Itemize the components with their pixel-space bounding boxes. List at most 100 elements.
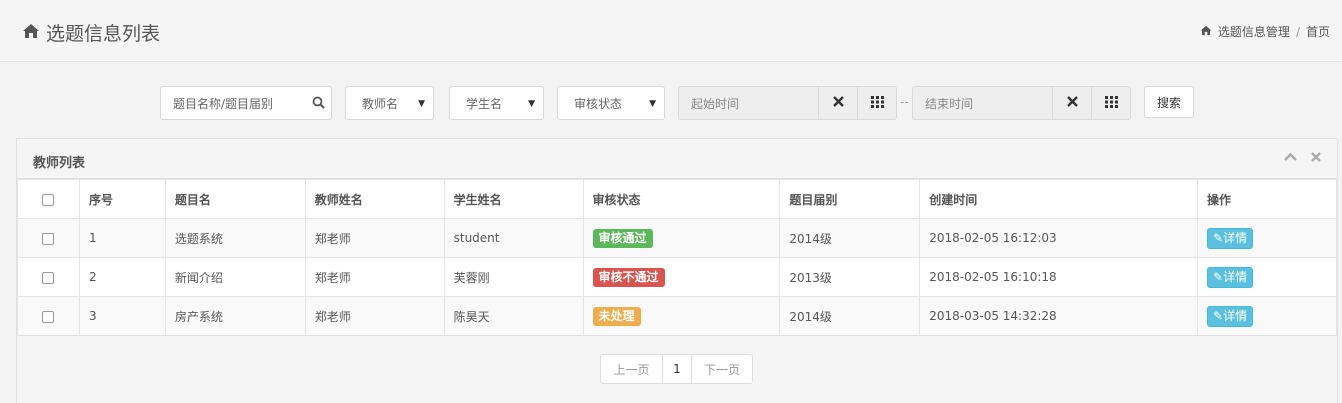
student-select-value: 学生名 xyxy=(466,96,503,111)
next-page-button[interactable]: 下一页 xyxy=(691,354,753,384)
caret-down-icon: ▼ xyxy=(528,99,535,109)
topic-name: 新闻介绍 xyxy=(164,257,306,297)
student-name: 芙蓉刚 xyxy=(443,257,584,297)
search-icon[interactable] xyxy=(312,96,325,112)
select-all-checkbox[interactable] xyxy=(42,193,55,206)
column-header[interactable]: 学生姓名 xyxy=(443,179,584,219)
student-name: student xyxy=(443,218,584,258)
page-title-text: 选题信息列表 xyxy=(46,23,161,45)
student-name: 陈昊天 xyxy=(443,296,584,336)
chevron-up-icon[interactable] xyxy=(1284,151,1297,165)
pencil-icon: ✎ xyxy=(1213,230,1224,245)
start-time-input[interactable]: 起始时间 xyxy=(678,86,819,120)
topic-name: 房产系统 xyxy=(164,296,306,336)
action-cell: ✎ 详情 xyxy=(1197,257,1337,297)
column-header[interactable]: 题目届别 xyxy=(779,179,921,219)
home-icon xyxy=(22,22,40,44)
detail-label: 详情 xyxy=(1223,269,1248,284)
prev-page-button[interactable]: 上一页 xyxy=(600,354,663,384)
pencil-icon: ✎ xyxy=(1213,308,1224,323)
start-date-group: 起始时间 xyxy=(678,86,897,120)
clear-icon xyxy=(1066,96,1078,110)
detail-button[interactable]: ✎ 详情 xyxy=(1207,305,1254,327)
status-cell: 审核不通过 xyxy=(582,257,781,297)
breadcrumb-item-manage[interactable]: 选题信息管理 xyxy=(1218,23,1290,40)
column-header[interactable]: 创建时间 xyxy=(919,179,1199,219)
detail-label: 详情 xyxy=(1223,308,1248,323)
topic-grade: 2013级 xyxy=(779,257,921,297)
clear-start-button[interactable] xyxy=(819,86,858,120)
home-icon xyxy=(1200,25,1212,39)
status-cell: 未处理 xyxy=(582,296,781,336)
row-checkbox[interactable] xyxy=(42,310,55,323)
search-button[interactable]: 搜索 xyxy=(1144,86,1194,118)
detail-label: 详情 xyxy=(1223,230,1248,245)
teacher-select[interactable]: 教师名 ▼ xyxy=(345,86,434,120)
created-time: 2018-03-05 14:32:28 xyxy=(919,296,1199,336)
breadcrumb-separator: / xyxy=(1295,24,1300,39)
teacher-name: 郑老师 xyxy=(304,296,445,336)
row-select-cell xyxy=(17,296,80,336)
action-cell: ✎ 详情 xyxy=(1197,296,1337,336)
pagination: 上一页 1 下一页 xyxy=(600,354,753,384)
teacher-list-panel: 教师列表 序号 题目名 教师姓名 学生姓名 审核状态 题目届别 创建时间 操作 xyxy=(16,138,1338,403)
caret-down-icon: ▼ xyxy=(649,99,656,109)
column-header[interactable]: 序号 xyxy=(78,179,166,219)
breadcrumb: 选题信息管理 / 首页 xyxy=(1200,23,1330,40)
column-header[interactable]: 题目名 xyxy=(164,179,306,219)
status-select-value: 审核状态 xyxy=(574,96,623,111)
start-time-placeholder: 起始时间 xyxy=(691,96,740,111)
panel-title: 教师列表 xyxy=(33,156,86,171)
teacher-select-value: 教师名 xyxy=(362,96,399,111)
status-cell: 审核通过 xyxy=(582,218,781,258)
date-separator: -- xyxy=(900,95,909,109)
search-input[interactable]: 题目名称/题目届别 xyxy=(160,86,332,120)
panel-tools xyxy=(1284,151,1321,165)
panel-footer: 上一页 1 下一页 xyxy=(17,335,1337,403)
search-placeholder: 题目名称/题目届别 xyxy=(173,96,274,111)
page-header: 选题信息列表 选题信息管理 / 首页 xyxy=(0,0,1342,62)
start-calendar-button[interactable] xyxy=(858,86,897,120)
row-number: 1 xyxy=(78,218,166,258)
topic-name: 选题系统 xyxy=(164,218,306,258)
table-header-row: 序号 题目名 教师姓名 学生姓名 审核状态 题目届别 创建时间 操作 xyxy=(17,179,1337,219)
calendar-icon xyxy=(870,95,884,111)
caret-down-icon: ▼ xyxy=(418,99,425,109)
created-time: 2018-02-05 16:10:18 xyxy=(919,257,1199,297)
breadcrumb-item-home[interactable]: 首页 xyxy=(1306,23,1330,40)
row-checkbox[interactable] xyxy=(42,232,55,245)
topic-table: 序号 题目名 教师姓名 学生姓名 审核状态 题目届别 创建时间 操作 1 选题系… xyxy=(17,179,1337,336)
table-row: 3 房产系统 郑老师 陈昊天 未处理 2014级 2018-03-05 14:3… xyxy=(17,296,1337,336)
topic-grade: 2014级 xyxy=(779,296,921,336)
close-icon[interactable] xyxy=(1311,151,1321,165)
select-all-cell xyxy=(17,179,80,219)
teacher-name: 郑老师 xyxy=(304,218,445,258)
page-title: 选题信息列表 xyxy=(22,19,160,46)
end-time-input[interactable]: 结束时间 xyxy=(912,86,1053,120)
row-checkbox[interactable] xyxy=(42,271,55,284)
detail-button[interactable]: ✎ 详情 xyxy=(1207,227,1254,249)
row-select-cell xyxy=(17,257,80,297)
clear-icon xyxy=(832,96,844,110)
end-calendar-button[interactable] xyxy=(1092,86,1131,120)
status-badge: 未处理 xyxy=(592,306,641,326)
action-cell: ✎ 详情 xyxy=(1197,218,1337,258)
column-header[interactable]: 教师姓名 xyxy=(304,179,445,219)
column-header: 操作 xyxy=(1197,179,1337,219)
column-header[interactable]: 审核状态 xyxy=(582,179,781,219)
row-number: 3 xyxy=(78,296,166,336)
table-row: 1 选题系统 郑老师 student 审核通过 2014级 2018-02-05… xyxy=(17,218,1337,258)
student-select[interactable]: 学生名 ▼ xyxy=(449,86,544,120)
end-date-group: 结束时间 xyxy=(912,86,1131,120)
table-row: 2 新闻介绍 郑老师 芙蓉刚 审核不通过 2013级 2018-02-05 16… xyxy=(17,257,1337,297)
teacher-name: 郑老师 xyxy=(304,257,445,297)
created-time: 2018-02-05 16:12:03 xyxy=(919,218,1199,258)
status-select[interactable]: 审核状态 ▼ xyxy=(557,86,665,120)
status-badge: 审核通过 xyxy=(592,228,653,248)
calendar-icon xyxy=(1104,95,1118,111)
end-time-placeholder: 结束时间 xyxy=(925,96,974,111)
row-select-cell xyxy=(17,218,80,258)
page-number-button[interactable]: 1 xyxy=(662,354,692,384)
detail-button[interactable]: ✎ 详情 xyxy=(1207,266,1254,288)
clear-end-button[interactable] xyxy=(1053,86,1092,120)
